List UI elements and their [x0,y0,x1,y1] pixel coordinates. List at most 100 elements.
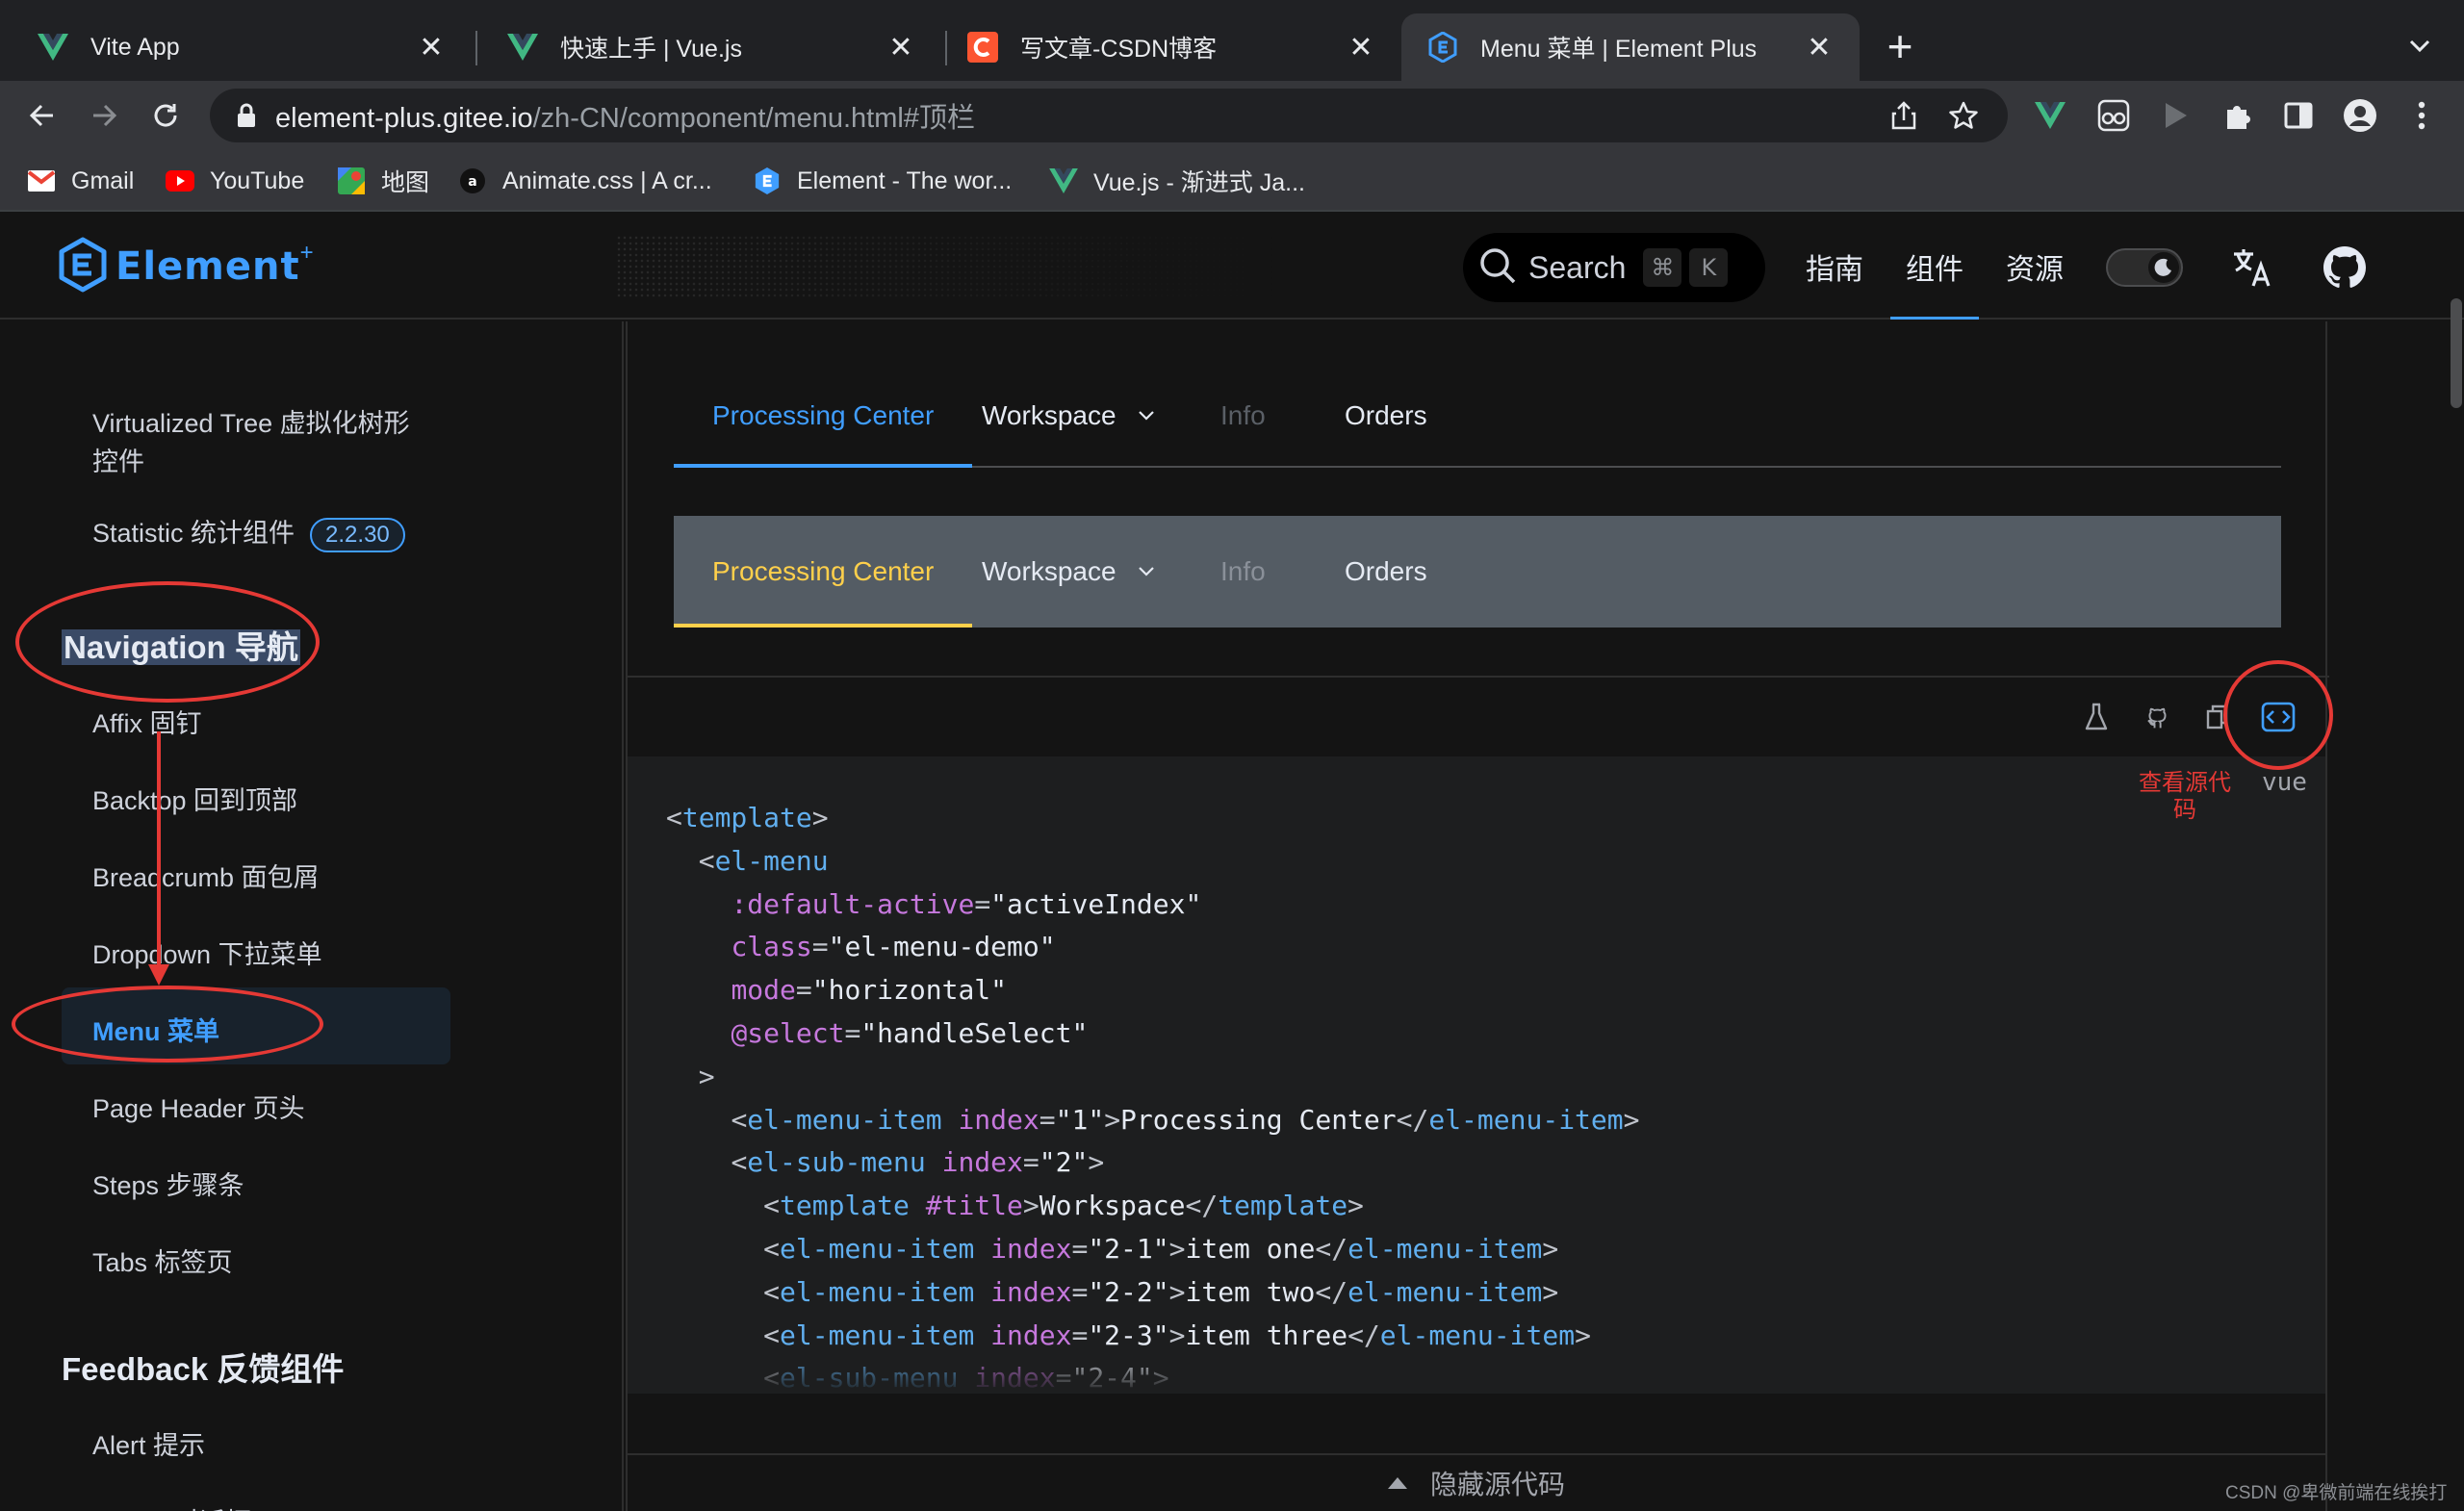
code-line: <el-menu-item index="2-2">item two</el-m… [666,1271,2325,1315]
submenu-workspace[interactable]: Workspace [962,366,1155,466]
search-button[interactable]: Search ⌘ K [1463,233,1765,302]
menu-item-processing-center[interactable]: Processing Center [674,516,973,627]
browser-tab-vite[interactable]: Vite App ✕ [12,13,472,81]
sidebar-item-dropdown[interactable]: Dropdown 下拉菜单 [92,934,322,971]
code-token: "el-menu-demo" [828,931,1056,963]
forward-button[interactable] [79,90,129,141]
sidebar-item-page-header[interactable]: Page Header 页头 [92,1088,305,1125]
submenu-label: Workspace [982,556,1116,586]
sidebar-item-virtualized-tree-line2[interactable]: 控件 [92,441,144,478]
youtube-icon [166,166,194,195]
code-token: > [1623,1103,1640,1136]
source-code-block[interactable]: <template> <el-menu :default-active="act… [628,756,2325,1394]
code-token: = [1071,1232,1089,1265]
translate-icon[interactable] [2229,244,2275,291]
address-bar[interactable]: element-plus.gitee.io/zh-CN/component/me… [210,89,2008,142]
close-icon[interactable]: ✕ [1346,32,1376,64]
demo-menu-default: Processing Center Workspace Info Orders [674,366,2281,468]
sidebar-item-breadcrumb[interactable]: Breadcrumb 面包屑 [92,857,320,894]
code-line: <template #title>Workspace</template> [666,1185,2325,1228]
share-icon[interactable] [1885,96,1923,135]
code-token: = [1039,1103,1056,1136]
lock-icon[interactable] [235,102,258,129]
annotation-arrow [148,731,169,986]
annotation-circle-navigation [15,581,320,703]
nav-resource[interactable]: 资源 [2006,214,2064,320]
reload-button[interactable] [141,90,191,141]
code-token: = [1071,1275,1089,1308]
vue-icon [1049,166,1078,195]
code-token: :default-active [731,887,975,920]
bookmark-vuejs[interactable]: Vue.js - 渐进式 Ja... [1049,162,1305,200]
search-icon [1478,246,1517,290]
code-token: el-menu [714,844,829,877]
bookmark-maps[interactable]: 地图 [337,162,429,200]
menu-item-orders[interactable]: Orders [1345,366,1427,466]
code-token: > [1088,1146,1105,1179]
submenu-workspace[interactable]: Workspace [962,516,1155,627]
code-token: el-menu-item [780,1275,975,1308]
maps-icon [337,166,366,195]
code-token: > [1542,1275,1559,1308]
tab-title: 写文章-CSDN博客 [1020,36,1218,63]
sidebar-item-alert[interactable]: Alert 提示 [92,1424,205,1462]
tab-search-chevron-icon[interactable] [2400,23,2439,69]
bookmark-gmail[interactable]: Gmail [27,162,134,200]
menu-item-orders[interactable]: Orders [1345,516,1427,627]
moon-icon [2148,252,2179,283]
flask-icon[interactable] [2076,697,2117,737]
code-token: class [731,931,812,963]
side-panel-icon[interactable] [2277,94,2320,137]
code-token: Processing Center [1120,1103,1397,1136]
close-icon[interactable]: ✕ [886,32,916,64]
browser-tab-element-plus[interactable]: Menu 菜单 | Element Plus ✕ [1401,13,1860,81]
glasses-extension-icon[interactable] [2092,94,2135,137]
chevron-down-icon [1138,566,1155,577]
code-token: > [1168,1232,1186,1265]
bookmark-label: Animate.css | A cr... [502,166,712,194]
code-token: index [990,1232,1072,1265]
back-button[interactable] [17,90,67,141]
bookmark-youtube[interactable]: YouTube [166,162,304,200]
page-scrollbar[interactable] [2451,298,2462,408]
hide-source-button[interactable]: 隐藏源代码 [628,1453,2325,1511]
code-token: #title [925,1190,1023,1222]
github-icon[interactable] [2322,244,2368,291]
sidebar-item-steps[interactable]: Steps 步骤条 [92,1165,244,1202]
bookmark-element[interactable]: Element - The wor... [753,162,1012,200]
code-line: class="el-menu-demo" [666,926,2325,969]
nav-component[interactable]: 组件 [1890,214,1979,320]
close-icon[interactable]: ✕ [1804,32,1835,64]
play-extension-icon[interactable] [2154,94,2196,137]
code-token: el-menu-item [1348,1275,1543,1308]
sidebar-item-statistic[interactable]: Statistic 统计组件 2.2.30 [92,512,405,552]
code-token: </ [1315,1275,1348,1308]
sidebar-item-label: Statistic 统计组件 [92,519,295,548]
sidebar-item-tabs[interactable]: Tabs 标签页 [92,1242,233,1279]
profile-avatar-icon[interactable] [2339,94,2381,137]
vue-devtools-icon[interactable] [2029,94,2071,137]
bookmark-animate[interactable]: a Animate.css | A cr... [458,162,712,200]
url-host: element-plus.gitee.io [275,103,533,134]
sidebar-item-virtualized-tree[interactable]: Virtualized Tree 虚拟化树形 [92,402,410,440]
sidebar-item-backtop[interactable]: Backtop 回到顶部 [92,780,297,817]
new-tab-button[interactable]: + [1877,21,1923,71]
dark-mode-toggle[interactable] [2106,248,2183,287]
sidebar-item-dialog[interactable]: Dialog 对话框 [92,1501,251,1511]
extensions-puzzle-icon[interactable] [2216,94,2258,137]
menu-item-processing-center[interactable]: Processing Center [674,366,973,468]
element-plus-logo[interactable]: Element + [58,237,314,296]
browser-tab-vuejs[interactable]: 快速上手 | Vue.js ✕ [481,13,941,81]
github-icon[interactable] [2138,697,2178,737]
code-token: </ [1315,1232,1348,1265]
browser-tab-csdn[interactable]: 写文章-CSDN博客 ✕ [941,13,1401,81]
bookmark-star-icon[interactable] [1944,96,1983,135]
browser-menu-icon[interactable] [2400,94,2443,137]
nav-guide[interactable]: 指南 [1806,214,1863,320]
close-icon[interactable]: ✕ [416,32,447,64]
